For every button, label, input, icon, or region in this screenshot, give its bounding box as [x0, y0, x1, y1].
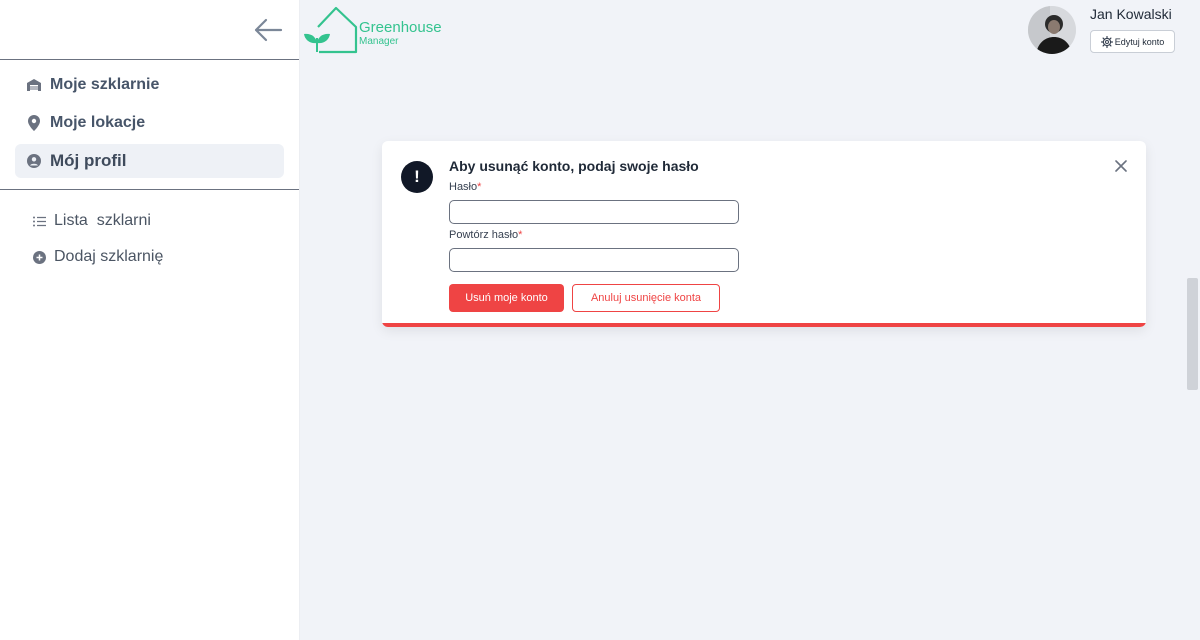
- plus-circle-icon: [32, 250, 46, 264]
- sidebar-item-moj-profil[interactable]: Mój profil: [15, 144, 284, 178]
- sidebar-main-nav: Moje szklarnie Moje lokacje Mój profil: [0, 60, 299, 190]
- required-mark: *: [477, 181, 482, 193]
- greenhouse-logo-icon: [304, 6, 358, 54]
- sidebar-item-label: Dodaj szklarnię: [54, 248, 164, 265]
- sidebar-item-lista-szklarni[interactable]: Lista szklarni: [15, 208, 284, 234]
- sidebar-item-dodaj-szklarnie[interactable]: Dodaj szklarnię: [15, 244, 284, 270]
- required-mark: *: [518, 229, 523, 241]
- dialog-title: Aby usunąć konto, podaj swoje hasło: [449, 158, 699, 174]
- arrow-left-icon: [254, 18, 283, 42]
- page-scrollbar[interactable]: [1185, 0, 1200, 640]
- close-icon: [1115, 160, 1127, 172]
- logo-text: Greenhouse Manager: [359, 19, 442, 48]
- sidebar-item-moje-szklarnie[interactable]: Moje szklarnie: [15, 68, 284, 102]
- password-label-text: Hasło: [449, 181, 478, 193]
- sidebar-item-label: Lista szklarni: [54, 212, 151, 229]
- app-logo[interactable]: Greenhouse Manager: [302, 5, 442, 55]
- logo-title: Greenhouse: [359, 19, 442, 36]
- repeat-password-label: Powtórz hasło*: [449, 229, 522, 241]
- user-circle-icon: [26, 153, 42, 169]
- close-button[interactable]: [1113, 158, 1129, 174]
- back-button[interactable]: [250, 12, 286, 48]
- sidebar-item-label: Mój profil: [50, 151, 127, 170]
- sidebar-item-moje-lokacje[interactable]: Moje lokacje: [15, 106, 284, 140]
- scrollbar-thumb[interactable]: [1187, 278, 1198, 390]
- repeat-password-input[interactable]: [449, 248, 739, 272]
- sidebar-item-label: Moje szklarnie: [50, 76, 160, 93]
- user-name: Jan Kowalski: [1090, 6, 1172, 22]
- warehouse-icon: [26, 77, 42, 93]
- edit-account-label: Edytuj konto: [1114, 36, 1165, 47]
- exclamation-icon: !: [401, 161, 433, 193]
- password-input[interactable]: [449, 200, 739, 224]
- repeat-password-label-text: Powtórz hasło: [449, 229, 519, 241]
- delete-account-dialog: ! Aby usunąć konto, podaj swoje hasło Ha…: [382, 141, 1146, 327]
- sidebar: Moje szklarnie Moje lokacje Mój profil L…: [0, 0, 300, 640]
- password-label: Hasło*: [449, 181, 481, 193]
- logo-subtitle: Manager: [359, 36, 399, 47]
- edit-account-button[interactable]: Edytuj konto: [1090, 30, 1175, 53]
- sidebar-header: [0, 0, 299, 60]
- delete-account-button[interactable]: Usuń moje konto: [449, 284, 564, 312]
- gear-icon: [1100, 35, 1113, 48]
- map-pin-icon: [26, 115, 42, 131]
- sidebar-item-label: Moje lokacje: [50, 114, 146, 131]
- dialog-accent-bar: [382, 323, 1146, 327]
- cancel-delete-button[interactable]: Anuluj usunięcie konta: [572, 284, 720, 312]
- sidebar-sub-nav: Lista szklarni Dodaj szklarnię: [0, 190, 299, 270]
- list-icon: [32, 214, 46, 228]
- avatar[interactable]: [1028, 6, 1076, 54]
